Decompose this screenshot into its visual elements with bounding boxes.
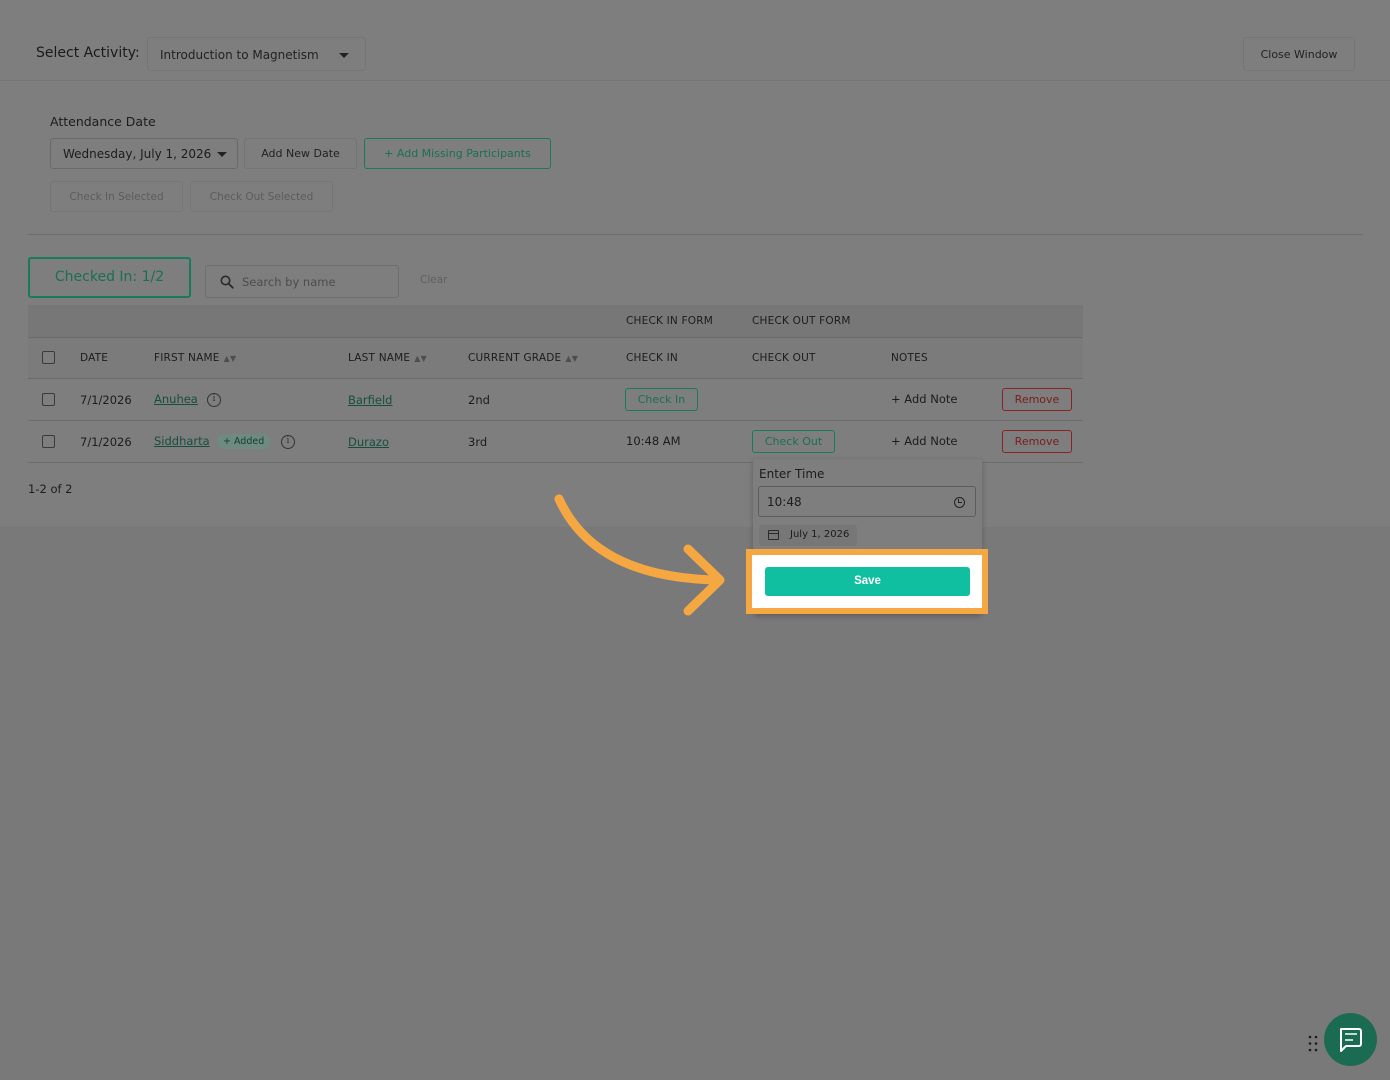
- check-in-header: CHECK IN: [626, 352, 678, 364]
- chevron-down-icon: [339, 53, 349, 58]
- table-group-header: CHECK IN FORM CHECK OUT FORM: [28, 305, 1083, 338]
- first-name-link[interactable]: Anuhea: [154, 392, 198, 406]
- check-out-selected-button[interactable]: Check Out Selected: [190, 181, 333, 212]
- search-input[interactable]: [242, 273, 392, 291]
- activity-select[interactable]: Introduction to Magnetism: [147, 37, 366, 71]
- close-window-button[interactable]: Close Window: [1243, 37, 1355, 71]
- first-name-link[interactable]: Siddharta: [154, 434, 210, 448]
- attendance-page: Select Activity: Introduction to Magneti…: [0, 0, 1390, 527]
- sort-icon: ▲▼: [223, 354, 237, 363]
- chevron-down-icon: [217, 152, 227, 157]
- chat-icon: [1340, 1028, 1362, 1052]
- add-note-link[interactable]: + Add Note: [891, 434, 957, 448]
- time-value: 10:48: [767, 495, 802, 509]
- select-all-checkbox[interactable]: [42, 351, 55, 364]
- save-button[interactable]: Save: [765, 567, 970, 596]
- time-input[interactable]: 10:48: [758, 486, 976, 517]
- chat-button[interactable]: [1324, 1013, 1377, 1066]
- clock-icon[interactable]: [954, 497, 965, 508]
- check-in-button[interactable]: Check In: [625, 388, 698, 411]
- remove-button[interactable]: Remove: [1002, 388, 1072, 411]
- sort-icon: ▲▼: [565, 354, 579, 363]
- last-name-header-label: LAST NAME: [348, 352, 411, 364]
- enter-time-label: Enter Time: [759, 467, 825, 481]
- clear-search-link[interactable]: Clear: [420, 274, 447, 286]
- top-bar: Select Activity: Introduction to Magneti…: [0, 0, 1390, 81]
- grade-header[interactable]: CURRENT GRADE ▲▼: [468, 352, 578, 364]
- first-name-header[interactable]: FIRST NAME ▲▼: [154, 352, 236, 364]
- info-icon[interactable]: i: [207, 393, 221, 407]
- row-grade: 2nd: [468, 393, 490, 407]
- row-checkbox[interactable]: [42, 393, 55, 406]
- attendance-date-select[interactable]: Wednesday, July 1, 2026: [50, 138, 238, 169]
- date-header: DATE: [80, 352, 109, 364]
- remove-button[interactable]: Remove: [1002, 430, 1072, 453]
- drag-handle-icon[interactable]: [1308, 1035, 1318, 1052]
- pagination-info: 1-2 of 2: [28, 482, 73, 496]
- last-name-link[interactable]: Durazo: [348, 435, 389, 449]
- add-missing-participants-button[interactable]: + Add Missing Participants: [364, 138, 551, 169]
- check-out-header: CHECK OUT: [752, 352, 816, 364]
- search-field[interactable]: [205, 265, 399, 298]
- check-in-selected-button[interactable]: Check In Selected: [50, 181, 183, 212]
- check-out-form-header: CHECK OUT FORM: [752, 315, 851, 327]
- checked-in-counter: Checked In: 1/2: [28, 257, 191, 298]
- check-in-time: 10:48 AM: [626, 434, 681, 448]
- grade-header-label: CURRENT GRADE: [468, 352, 562, 364]
- add-note-link[interactable]: + Add Note: [891, 392, 957, 406]
- last-name-header[interactable]: LAST NAME ▲▼: [348, 352, 427, 364]
- row-date: 7/1/2026: [80, 435, 132, 449]
- attendance-date-value: Wednesday, July 1, 2026: [63, 147, 212, 161]
- search-icon: [220, 275, 234, 289]
- annotation-arrow-icon: [554, 494, 725, 616]
- check-in-form-header: CHECK IN FORM: [626, 315, 713, 327]
- first-name-header-label: FIRST NAME: [154, 352, 220, 364]
- select-activity-label: Select Activity:: [36, 45, 140, 61]
- last-name-link[interactable]: Barfield: [348, 393, 392, 407]
- sort-icon: ▲▼: [414, 354, 427, 363]
- row-checkbox[interactable]: [42, 435, 55, 448]
- row-date: 7/1/2026: [80, 393, 132, 407]
- table-header: DATE FIRST NAME ▲▼ LAST NAME ▲▼ CURRENT GR…: [28, 338, 1083, 379]
- table-row: 7/1/2026 Siddharta + Added i Durazo 3rd …: [28, 421, 1083, 463]
- date-chip-value: July 1, 2026: [790, 529, 850, 540]
- notes-header: NOTES: [891, 352, 928, 364]
- calendar-icon: [768, 530, 779, 540]
- date-chip[interactable]: July 1, 2026: [759, 525, 857, 546]
- add-new-date-button[interactable]: Add New Date: [244, 138, 357, 169]
- added-badge: + Added: [217, 434, 271, 449]
- info-icon[interactable]: i: [281, 435, 295, 449]
- attendance-date-label: Attendance Date: [50, 114, 156, 129]
- section-divider: [28, 234, 1363, 235]
- row-grade: 3rd: [468, 435, 488, 449]
- activity-select-value: Introduction to Magnetism: [160, 48, 319, 62]
- check-out-button[interactable]: Check Out: [752, 430, 835, 453]
- table-row: 7/1/2026 Anuhea i Barfield 2nd Check In …: [28, 379, 1083, 421]
